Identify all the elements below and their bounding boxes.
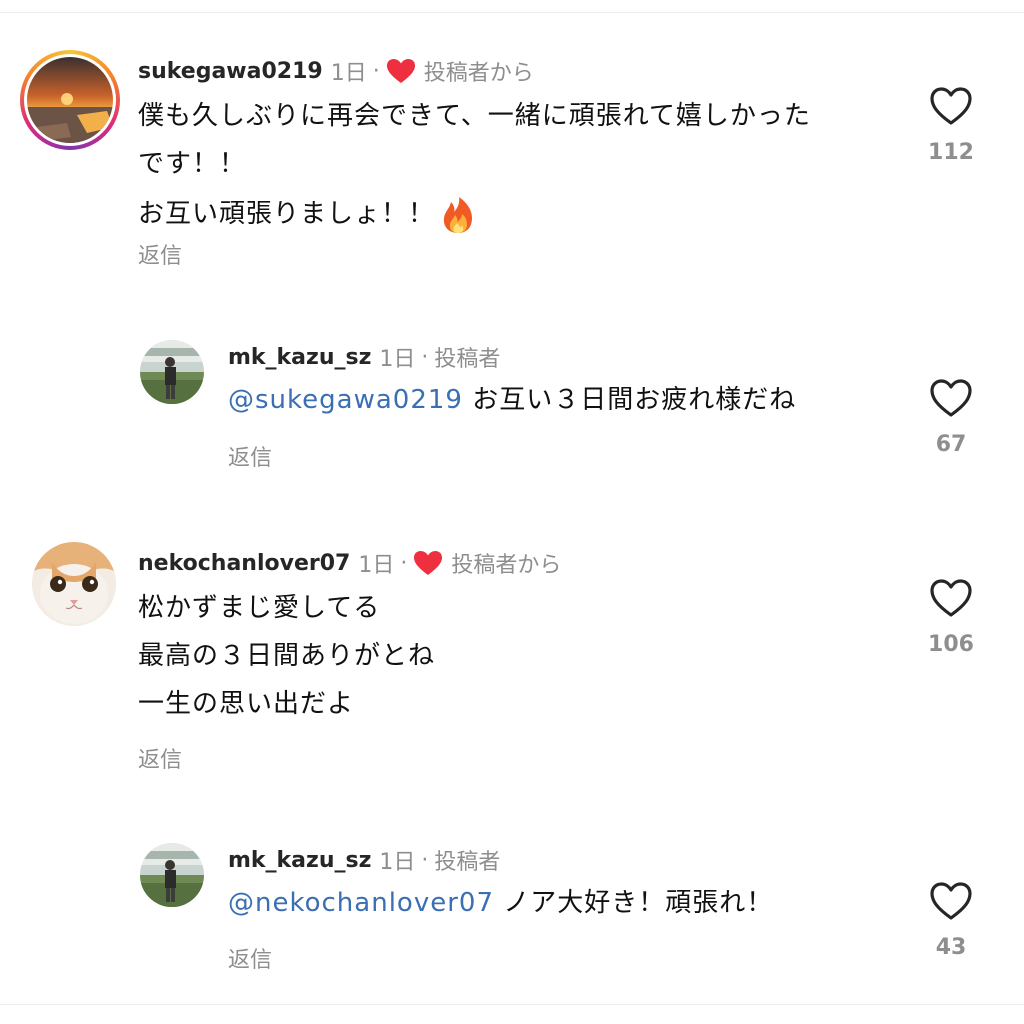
comment-line: 一生の思い出だよ bbox=[138, 689, 355, 719]
username[interactable]: sukegawa0219 bbox=[138, 59, 323, 84]
comment-meta: mk_kazu_sz 1日 · 投稿者 bbox=[228, 342, 501, 373]
comment-meta: mk_kazu_sz 1日 · 投稿者 bbox=[228, 845, 501, 876]
fire-emoji-icon bbox=[443, 196, 473, 233]
person-photo-avatar-image bbox=[140, 843, 204, 907]
comment-line: 松かずまじ愛してる bbox=[138, 593, 381, 623]
like-button[interactable]: 112 bbox=[921, 86, 981, 165]
timestamp: 1日 bbox=[379, 850, 416, 875]
heart-outline-icon[interactable] bbox=[929, 578, 973, 618]
heart-outline-icon[interactable] bbox=[929, 881, 973, 921]
heart-outline-icon[interactable] bbox=[929, 86, 973, 126]
comment-meta: nekochanlover07 1日 · 投稿者から bbox=[138, 548, 562, 579]
username[interactable]: mk_kazu_sz bbox=[228, 848, 371, 873]
like-button[interactable]: 106 bbox=[921, 578, 981, 657]
author-liked-heart-icon bbox=[386, 59, 415, 83]
comment-text: @sukegawa0219 お互い３日間お疲れ様だね bbox=[228, 376, 796, 424]
avatar[interactable] bbox=[32, 542, 116, 626]
avatar[interactable] bbox=[20, 50, 120, 150]
like-count: 112 bbox=[928, 140, 974, 165]
like-button[interactable]: 43 bbox=[921, 881, 981, 960]
comment-text: @nekochanlover07 ノア大好き！頑張れ！ bbox=[228, 879, 773, 927]
like-count: 43 bbox=[935, 935, 967, 960]
comment-line: お互い３日間お疲れ様だね bbox=[462, 385, 797, 415]
comment-line-with-emoji: お互い頑張りましょ！！ bbox=[138, 190, 811, 238]
reply-button[interactable]: 返信 bbox=[228, 942, 272, 974]
comment-line: お互い頑張りましょ！！ bbox=[138, 199, 436, 229]
avatar[interactable] bbox=[140, 340, 204, 404]
like-button[interactable]: 67 bbox=[921, 378, 981, 457]
cat-photo-avatar-image bbox=[32, 542, 116, 626]
avatar[interactable] bbox=[140, 843, 204, 907]
timestamp: 1日 bbox=[358, 553, 395, 578]
author-tag: 投稿者から bbox=[423, 61, 534, 86]
top-divider bbox=[0, 12, 1024, 13]
mention-link[interactable]: @sukegawa0219 bbox=[228, 385, 463, 415]
author-tag: 投稿者 bbox=[434, 850, 501, 875]
bottom-divider bbox=[0, 1004, 1024, 1005]
author-liked-heart-icon bbox=[414, 551, 443, 575]
person-photo-avatar-image bbox=[140, 340, 204, 404]
comment-text: 松かずまじ愛してる 最高の３日間ありがとね 一生の思い出だよ bbox=[138, 584, 435, 728]
separator: · bbox=[421, 847, 429, 873]
reply-button[interactable]: 返信 bbox=[138, 742, 182, 774]
comment-line: です！！ bbox=[138, 149, 247, 179]
heart-outline-icon[interactable] bbox=[929, 378, 973, 418]
separator: · bbox=[421, 344, 429, 370]
like-count: 106 bbox=[928, 632, 974, 657]
separator: · bbox=[400, 550, 408, 576]
comment-line: 僕も久しぶりに再会できて、一緒に頑張れて嬉しかった bbox=[138, 101, 811, 131]
comment-line: 最高の３日間ありがとね bbox=[138, 641, 436, 671]
author-tag: 投稿者から bbox=[451, 553, 562, 578]
username[interactable]: nekochanlover07 bbox=[138, 551, 350, 576]
author-tag: 投稿者 bbox=[434, 347, 501, 372]
timestamp: 1日 bbox=[330, 61, 367, 86]
like-count: 67 bbox=[935, 432, 967, 457]
username[interactable]: mk_kazu_sz bbox=[228, 345, 371, 370]
timestamp: 1日 bbox=[379, 347, 416, 372]
comment-text: 僕も久しぶりに再会できて、一緒に頑張れて嬉しかった です！！ お互い頑張りましょ… bbox=[138, 92, 811, 238]
comment-line: ノア大好き！頑張れ！ bbox=[493, 888, 774, 918]
mention-link[interactable]: @nekochanlover07 bbox=[228, 888, 494, 918]
sunset-avatar-image bbox=[27, 57, 113, 143]
reply-button[interactable]: 返信 bbox=[138, 238, 182, 270]
comment-meta: sukegawa0219 1日 · 投稿者から bbox=[138, 56, 534, 87]
reply-button[interactable]: 返信 bbox=[228, 440, 272, 472]
separator: · bbox=[372, 58, 380, 84]
